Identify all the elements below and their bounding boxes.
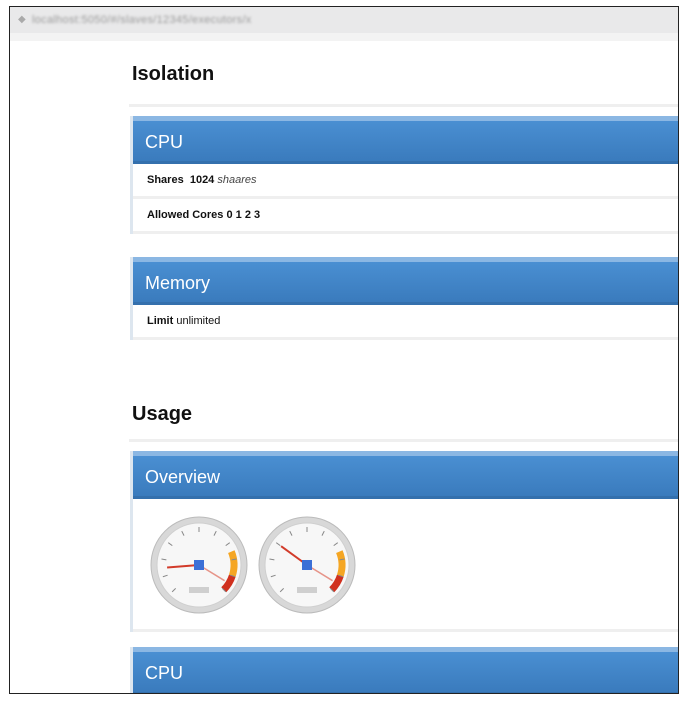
toolbar-strip bbox=[10, 33, 678, 41]
cores-label: Allowed Cores bbox=[147, 209, 224, 221]
shares-value: 1024 bbox=[189, 174, 215, 186]
gauge-readout bbox=[297, 587, 317, 593]
gauge-hub bbox=[194, 560, 204, 570]
main-content: Isolation CPU Shares 1024 shaares Allowe… bbox=[129, 41, 678, 693]
memory-panel-title: Memory bbox=[133, 257, 678, 305]
gauge-area bbox=[133, 499, 678, 632]
cpu-gauge bbox=[150, 516, 248, 614]
address-text[interactable]: localhost:5050/#/slaves/12345/executors/… bbox=[32, 14, 252, 26]
memory-gauge bbox=[258, 516, 356, 614]
cores-value: 0 1 2 3 bbox=[226, 209, 261, 221]
shares-unit: shaares bbox=[217, 174, 257, 186]
cores-row: Allowed Cores 0 1 2 3 bbox=[133, 199, 678, 234]
memory-panel: Memory Limit unlimited bbox=[130, 257, 678, 340]
isolation-heading: Isolation bbox=[132, 63, 215, 85]
page-icon: ◆ bbox=[18, 14, 26, 25]
cpu-panel: CPU Shares 1024 shaares Allowed Cores 0 … bbox=[130, 116, 678, 234]
limit-row: Limit unlimited bbox=[133, 305, 678, 340]
gauge-warning-zone bbox=[228, 550, 238, 577]
divider bbox=[129, 439, 678, 442]
gauge-warning-zone bbox=[336, 550, 346, 577]
usage-heading: Usage bbox=[132, 403, 193, 425]
gauge-hub bbox=[302, 560, 312, 570]
usage-cpu-panel: CPU bbox=[130, 647, 678, 693]
cpu-panel-title: CPU bbox=[133, 116, 678, 164]
shares-label: Shares bbox=[147, 174, 184, 186]
limit-label: Limit bbox=[147, 315, 174, 327]
shares-row: Shares 1024 shaares bbox=[133, 164, 678, 199]
browser-window: ◆ localhost:5050/#/slaves/12345/executor… bbox=[9, 6, 679, 694]
overview-panel: Overview bbox=[130, 451, 678, 632]
gauge-readout bbox=[189, 587, 209, 593]
overview-panel-title: Overview bbox=[133, 451, 678, 499]
address-bar[interactable]: ◆ localhost:5050/#/slaves/12345/executor… bbox=[10, 7, 678, 34]
usage-cpu-panel-title: CPU bbox=[133, 647, 678, 693]
divider bbox=[129, 104, 678, 107]
limit-value: unlimited bbox=[176, 315, 221, 327]
